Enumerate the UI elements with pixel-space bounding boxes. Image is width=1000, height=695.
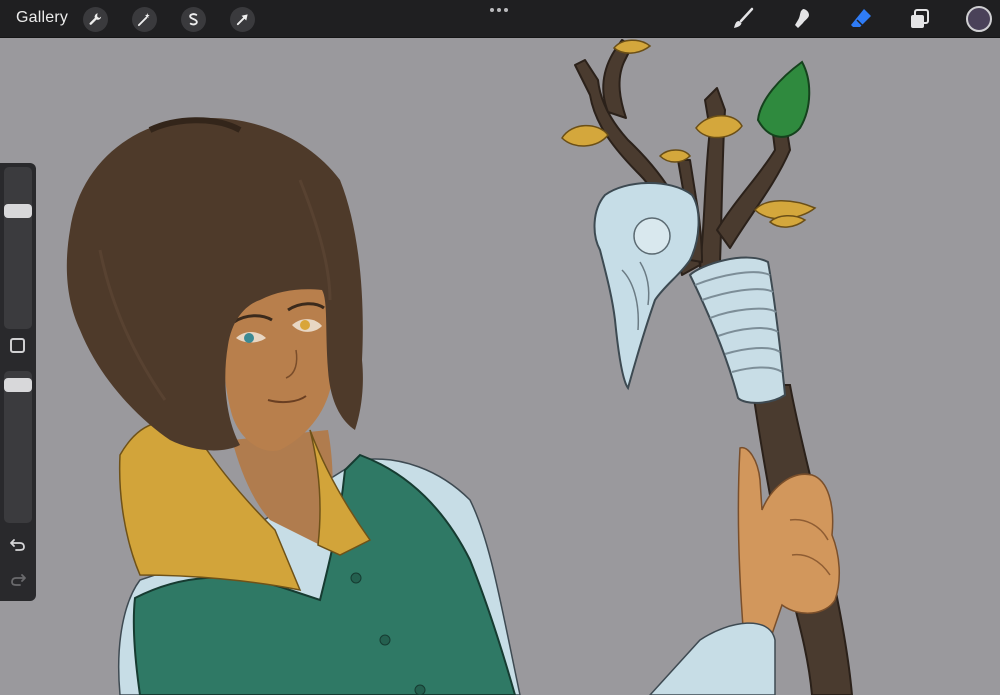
drawing-canvas[interactable] [0,0,1000,695]
eraser-tool-button[interactable] [848,6,874,32]
redo-icon [11,574,26,586]
wrench-icon [89,13,102,25]
brush-opacity-slider[interactable] [4,371,32,523]
brush-tool-button[interactable] [730,6,756,32]
layers-icon [911,9,929,28]
gallery-button[interactable]: Gallery [16,9,68,27]
selection-button[interactable] [181,7,206,32]
modify-button[interactable] [10,338,25,353]
transform-arrow-icon [236,14,248,26]
smudge-tool-button[interactable] [788,6,814,32]
selection-icon [189,13,198,26]
actions-wrench-button[interactable] [83,7,108,32]
redo-button[interactable] [8,569,28,589]
color-picker-button[interactable] [966,6,992,32]
undo-icon [10,539,25,551]
brush-icon [734,7,754,28]
brush-size-slider[interactable] [4,167,32,329]
undo-button[interactable] [8,534,28,554]
dot-icon [490,8,494,12]
top-toolbar: Gallery [0,0,1000,38]
more-options-button[interactable] [490,8,508,12]
dot-icon [497,8,501,12]
left-sidebar [0,163,36,601]
brush-opacity-slider-thumb[interactable] [4,377,32,392]
brush-size-slider-thumb[interactable] [4,204,32,218]
layers-button[interactable] [907,6,933,32]
magic-wand-icon [137,12,150,27]
transform-button[interactable] [230,7,255,32]
smudge-icon [795,9,809,28]
adjustments-button[interactable] [132,7,157,32]
dot-icon [504,8,508,12]
eraser-icon [851,9,871,27]
